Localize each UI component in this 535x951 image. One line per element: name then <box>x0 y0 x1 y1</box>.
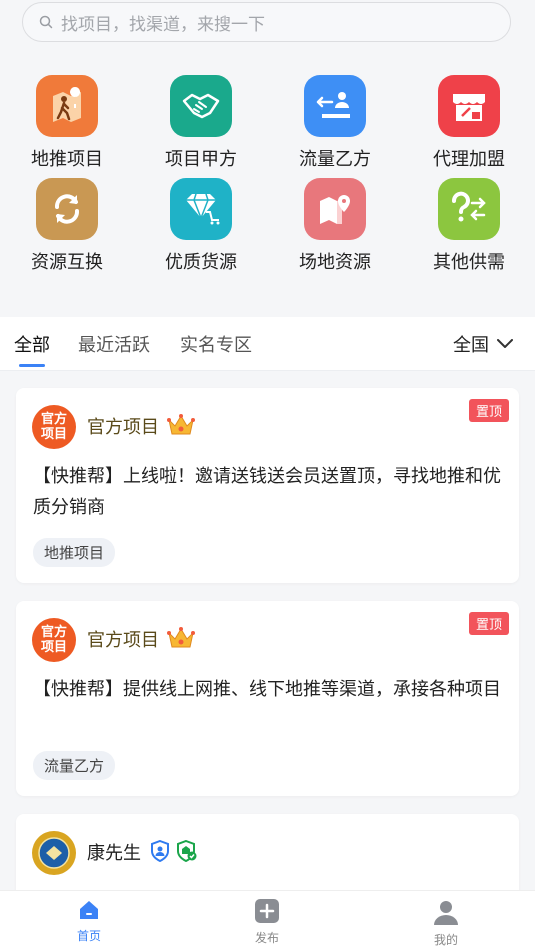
category-venue-resources[interactable]: 场地资源 <box>280 178 390 274</box>
poster-name: 官方项目 <box>87 417 159 438</box>
region-label: 全国 <box>453 335 489 356</box>
poster-name: 康先生 <box>87 843 141 864</box>
search-bar[interactable]: 找项目，找渠道，来搜一下 <box>22 2 511 42</box>
category-quality-goods[interactable]: 优质货源 <box>146 178 256 274</box>
avatar <box>32 831 76 875</box>
avatar-text: 官方 项目 <box>40 412 67 442</box>
post-card[interactable]: 置顶 官方 项目 官方项目 【快推帮】提供线上网推、线下地推等渠道，承接各种项目… <box>16 601 519 796</box>
verified-shield-icon <box>151 840 169 862</box>
poster-name: 官方项目 <box>87 630 159 651</box>
category-tag[interactable]: 流量乙方 <box>33 751 116 780</box>
avatar-text: 官方 项目 <box>40 625 67 655</box>
map-location-icon <box>304 178 366 240</box>
category-traffic-side[interactable]: 流量乙方 <box>280 75 390 171</box>
user-icon <box>434 901 458 925</box>
filter-tabs: 全部 最近活跃 实名专区 全国 <box>0 317 535 371</box>
category-agency-franchise[interactable]: 代理加盟 <box>414 75 524 171</box>
handshake-icon <box>170 75 232 137</box>
exchange-arrows-icon <box>36 178 98 240</box>
nav-home[interactable]: 首页 <box>49 899 129 944</box>
chevron-down-icon <box>497 339 513 348</box>
traffic-user-icon <box>304 75 366 137</box>
category-label: 资源互换 <box>31 252 103 273</box>
avatar: 官方 项目 <box>32 618 76 662</box>
category-label: 流量乙方 <box>299 149 371 170</box>
avatar: 官方 项目 <box>32 405 76 449</box>
verified-business-icon <box>177 840 197 862</box>
active-tab-indicator <box>19 364 45 367</box>
category-project-owner[interactable]: 项目甲方 <box>146 75 256 171</box>
pinned-badge: 置顶 <box>468 399 509 422</box>
search-icon <box>39 15 53 29</box>
category-label: 代理加盟 <box>433 149 505 170</box>
post-content: 【快推帮】上线啦！邀请送钱送会员送置顶，寻找地推和优质分销商 <box>33 466 501 518</box>
crown-icon <box>167 627 195 648</box>
post-card[interactable]: 置顶 官方 项目 官方项目 【快推帮】上线啦！邀请送钱送会员送置顶，寻找地推和优… <box>16 388 519 583</box>
nav-label: 我的 <box>433 933 458 947</box>
category-resource-exchange[interactable]: 资源互换 <box>12 178 122 274</box>
tab-recently-active[interactable]: 最近活跃 <box>78 331 150 357</box>
store-lock-icon <box>438 75 500 137</box>
category-label: 优质货源 <box>165 252 237 273</box>
category-label: 地推项目 <box>31 149 103 170</box>
pinned-badge: 置顶 <box>468 612 509 635</box>
category-label: 场地资源 <box>299 252 371 273</box>
category-ground-push[interactable]: 地推项目 <box>12 75 122 171</box>
diamond-cart-icon <box>170 178 232 240</box>
nav-mine[interactable]: 我的 <box>406 899 486 948</box>
home-icon <box>80 901 98 919</box>
bottom-nav: 首页 发布 我的 <box>0 890 535 951</box>
nav-publish[interactable]: 发布 <box>227 899 307 946</box>
region-selector[interactable]: 全国 <box>453 331 513 357</box>
map-walker-icon <box>36 75 98 137</box>
category-tag[interactable]: 地推项目 <box>33 538 116 567</box>
category-label: 项目甲方 <box>165 149 237 170</box>
search-placeholder: 找项目，找渠道，来搜一下 <box>61 14 265 35</box>
crown-icon <box>167 414 195 435</box>
category-other-supply-demand[interactable]: 其他供需 <box>414 178 524 274</box>
nav-label: 首页 <box>76 929 101 943</box>
post-content: 【快推帮】提供线上网推、线下地推等渠道，承接各种项目 <box>33 679 501 700</box>
question-swap-icon <box>438 178 500 240</box>
tab-all[interactable]: 全部 <box>14 331 50 357</box>
nav-label: 发布 <box>254 931 279 945</box>
publish-plus-icon <box>255 899 279 923</box>
tab-verified-zone[interactable]: 实名专区 <box>180 331 252 357</box>
category-label: 其他供需 <box>433 252 505 273</box>
